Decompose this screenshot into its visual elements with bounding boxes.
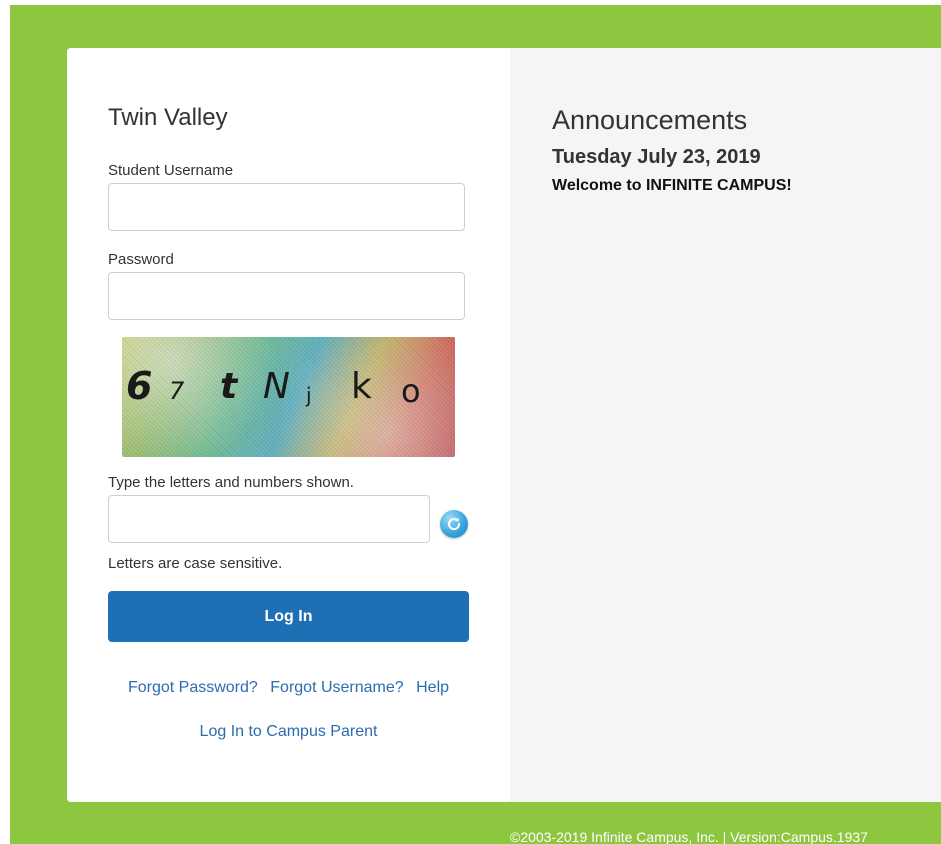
forgot-username-link[interactable]: Forgot Username? bbox=[270, 679, 403, 696]
captcha-char-3: t bbox=[220, 366, 238, 407]
help-link[interactable]: Help bbox=[416, 679, 449, 696]
login-panel: Twin Valley Student Username Password 6 … bbox=[67, 48, 510, 802]
captcha-char-7: o bbox=[401, 372, 421, 410]
announcements-title: Announcements bbox=[552, 105, 748, 135]
campus-parent-link[interactable]: Log In to Campus Parent bbox=[67, 723, 510, 741]
captcha-char-2: 7 bbox=[169, 377, 185, 405]
captcha-refresh-button[interactable] bbox=[440, 510, 468, 538]
case-sensitive-hint: Letters are case sensitive. bbox=[108, 555, 283, 572]
announcements-panel: Announcements Tuesday July 23, 2019 Welc… bbox=[510, 48, 941, 802]
captcha-label: Type the letters and numbers shown. bbox=[108, 474, 354, 491]
captcha-char-5: j bbox=[306, 383, 312, 407]
district-name: Twin Valley bbox=[108, 104, 228, 131]
forgot-password-link[interactable]: Forgot Password? bbox=[128, 679, 258, 696]
login-button[interactable]: Log In bbox=[108, 591, 469, 642]
username-input[interactable] bbox=[108, 183, 465, 231]
username-label: Student Username bbox=[108, 162, 234, 179]
captcha-char-4: N bbox=[263, 366, 290, 407]
captcha-char-6: k bbox=[351, 366, 372, 407]
announcement-message: Welcome to INFINITE CAMPUS! bbox=[552, 177, 792, 194]
captcha-char-1: 6 bbox=[126, 364, 153, 408]
password-label: Password bbox=[108, 251, 174, 268]
password-input[interactable] bbox=[108, 272, 465, 320]
help-links: Forgot Password? Forgot Username? Help bbox=[67, 679, 510, 697]
captcha-image: 6 7 t N j k o bbox=[122, 337, 455, 457]
refresh-icon bbox=[448, 517, 461, 531]
footer-copyright: ©2003-2019 Infinite Campus, Inc. | Versi… bbox=[510, 829, 868, 844]
captcha-input[interactable] bbox=[108, 495, 430, 543]
login-card: Twin Valley Student Username Password 6 … bbox=[67, 48, 941, 802]
page-background: Twin Valley Student Username Password 6 … bbox=[10, 5, 941, 844]
announcement-date: Tuesday July 23, 2019 bbox=[552, 146, 761, 168]
